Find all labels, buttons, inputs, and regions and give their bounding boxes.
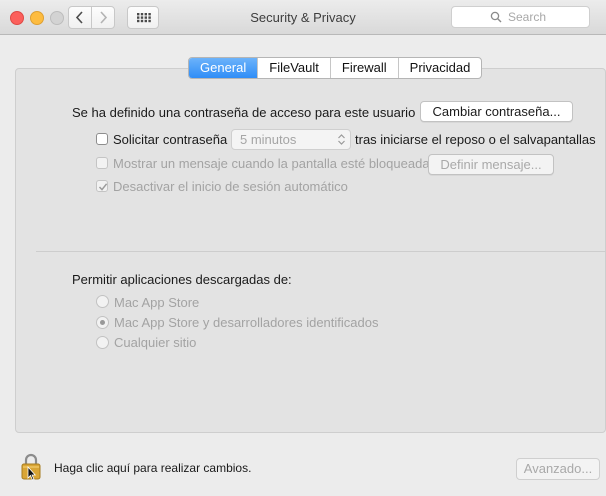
change-password-button[interactable]: Cambiar contraseña...	[420, 101, 573, 122]
disable-auto-login-label: Desactivar el inicio de sesión automátic…	[113, 179, 348, 194]
tab-privacy[interactable]: Privacidad	[397, 58, 482, 78]
require-password-label: Solicitar contraseña	[113, 132, 228, 147]
radio-identified-developers[interactable]	[96, 316, 109, 329]
radio-mac-app-store-label: Mac App Store	[114, 295, 200, 310]
password-delay-popup[interactable]: 5 minutos	[231, 129, 351, 150]
radio-mac-app-store[interactable]	[96, 295, 109, 308]
tab-filevault[interactable]: FileVault	[257, 58, 330, 78]
show-message-checkbox[interactable]	[96, 157, 108, 169]
search-icon	[490, 11, 502, 23]
lock-hint-text: Haga clic aquí para realizar cambios.	[54, 461, 252, 475]
up-down-chevron-icon	[338, 134, 345, 145]
disable-auto-login-checkbox[interactable]	[96, 180, 108, 192]
tab-firewall[interactable]: Firewall	[329, 58, 398, 78]
search-placeholder: Search	[508, 10, 547, 24]
require-password-checkbox[interactable]	[96, 133, 108, 145]
allow-downloads-label: Permitir aplicaciones descargadas de:	[72, 272, 292, 287]
tab-general[interactable]: General	[189, 58, 258, 78]
radio-selected-dot	[100, 320, 105, 325]
search-field[interactable]: Search	[451, 6, 590, 28]
lock-icon	[21, 453, 41, 481]
radio-identified-developers-label: Mac App Store y desarrolladores identifi…	[114, 315, 379, 330]
lock-button[interactable]	[16, 451, 46, 481]
radio-anywhere-label: Cualquier sitio	[114, 335, 197, 350]
password-delay-value: 5 minutos	[240, 132, 297, 147]
title-bar: Security & Privacy Search	[0, 0, 606, 35]
section-divider	[36, 251, 606, 252]
show-message-label: Mostrar un mensaje cuando la pantalla es…	[113, 156, 430, 171]
tab-bar: General FileVault Firewall Privacidad	[188, 57, 483, 79]
advanced-button[interactable]: Avanzado...	[516, 458, 600, 480]
require-password-suffix: tras iniciarse el reposo o el salvapanta…	[355, 132, 596, 147]
checkmark-icon	[98, 183, 108, 191]
password-set-label: Se ha definido una contraseña de acceso …	[72, 105, 416, 120]
set-message-button[interactable]: Definir mensaje...	[428, 154, 554, 175]
radio-anywhere[interactable]	[96, 336, 109, 349]
